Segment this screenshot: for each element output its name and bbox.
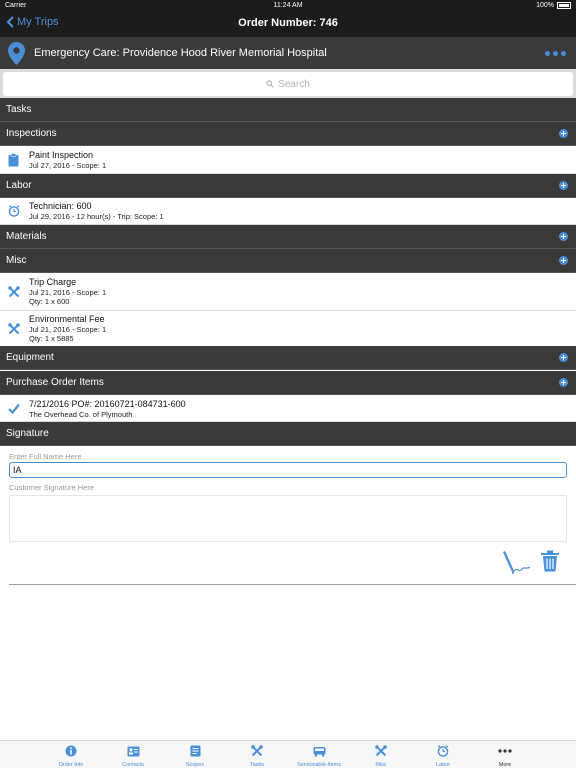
search-input[interactable]: Search [3,72,573,96]
add-inspection-button[interactable] [559,129,568,138]
section-purchase-order-items: Purchase Order Items [0,371,576,395]
tab-label: Misc [375,762,387,768]
misc-item[interactable]: Trip Charge Jul 21, 2016 - Scope: 1 Qty:… [0,274,576,311]
labor-details: Jul 29, 2016 - 12 hour(s) - Trip: Scope:… [29,212,164,221]
tab-label: Serviceable-Items [296,762,342,768]
tab-label: Tasks [249,762,265,768]
add-misc-button[interactable] [559,256,568,265]
misc-item[interactable]: Environmental Fee Jul 21, 2016 - Scope: … [0,311,576,347]
more-options-icon[interactable] [545,51,566,56]
section-title: Purchase Order Items [6,377,104,388]
info-icon [65,745,77,757]
full-name-label: Enter Full Name Here [9,452,82,461]
tools-icon [375,745,387,757]
section-signature: Signature [0,422,576,446]
purchase-order-item[interactable]: 7/21/2016 PO#: 20160721-084731-600 The O… [0,396,576,422]
inspection-title: Paint Inspection [29,150,94,160]
section-misc: Misc [0,249,576,273]
section-title: Materials [6,231,47,242]
section-materials: Materials [0,225,576,249]
location-name: Emergency Care: Providence Hood River Me… [34,47,327,59]
add-equipment-button[interactable] [559,353,568,362]
section-title: Signature [6,428,49,439]
battery-indicator: 100% [536,2,571,9]
inspection-details: Jul 27, 2016 - Scope: 1 [29,161,107,170]
full-name-field[interactable]: IA [9,462,567,478]
location-header: Emergency Care: Providence Hood River Me… [0,37,576,69]
search-bar: Search [0,69,576,99]
section-labor: Labor [0,174,576,198]
tab-labor[interactable]: Labor [412,744,474,768]
tab-misc[interactable]: Misc [350,744,412,768]
more-dots-icon [498,749,512,753]
clipboard-icon [8,153,19,167]
contacts-icon [127,746,139,756]
status-bar: Carrier 11:24 AM 100% [0,0,576,12]
signature-form: Enter Full Name Here IA Customer Signatu… [0,446,576,586]
battery-icon [557,2,571,9]
search-icon [266,80,274,88]
section-title: Misc [6,255,27,266]
purchase-order-title: 7/21/2016 PO#: 20160721-084731-600 [29,399,186,409]
page-title: Order Number: 746 [238,17,338,29]
trash-icon[interactable] [540,550,560,572]
section-title: Equipment [6,352,54,363]
misc-title: Trip Charge [29,277,77,287]
section-title: Labor [6,180,32,191]
tab-order-info[interactable]: Order Info [40,744,102,768]
tab-bar: Order Info Contacts Scopes Tasks Service… [0,740,576,768]
misc-details: Jul 21, 2016 - Scope: 1 [29,325,107,334]
section-title: Inspections [6,128,57,139]
tools-icon [251,745,263,757]
signature-divider [9,584,576,585]
section-inspections: Inspections [0,122,576,146]
add-labor-button[interactable] [559,181,568,190]
misc-title: Environmental Fee [29,314,105,324]
section-title: Tasks [6,104,32,115]
labor-item[interactable]: Technician: 600 Jul 29, 2016 - 12 hour(s… [0,198,576,225]
purchase-order-vendor: The Overhead Co. of Plymouth [29,410,133,419]
tab-tasks[interactable]: Tasks [226,744,288,768]
navigation-bar: My Trips Order Number: 746 [0,12,576,37]
misc-quantity: Qty: 1 x 600 [29,297,70,306]
inspection-item[interactable]: Paint Inspection Jul 27, 2016 - Scope: 1 [0,147,576,174]
tools-icon [8,286,20,298]
truck-icon [313,746,325,757]
clock-icon [437,745,449,757]
section-equipment: Equipment [0,346,576,370]
checkmark-icon [8,403,20,414]
signature-pad[interactable] [9,495,567,542]
add-purchase-order-button[interactable] [559,378,568,387]
add-material-button[interactable] [559,232,568,241]
tab-label: Contacts [122,762,144,768]
alarm-clock-icon [8,205,20,217]
tab-label: Order Info [58,762,84,768]
misc-details: Jul 21, 2016 - Scope: 1 [29,288,107,297]
tab-label: Labor [435,762,451,768]
tab-contacts[interactable]: Contacts [102,744,164,768]
labor-title: Technician: 600 [29,201,92,211]
app-screen: Carrier 11:24 AM 100% My Trips Order Num… [0,0,576,768]
tab-label: Scopes [185,762,205,768]
search-placeholder: Search [278,78,310,90]
tab-scopes[interactable]: Scopes [164,744,226,768]
scopes-icon [190,745,200,757]
tab-serviceable-items[interactable]: Serviceable-Items [288,744,350,768]
tab-more[interactable]: More [474,744,536,768]
tab-label: More [498,762,512,768]
signature-label: Customer Signature Here [9,483,95,492]
pen-sign-icon[interactable] [500,550,532,576]
misc-quantity: Qty: 1 x 5885 [29,334,74,343]
battery-percent: 100% [536,2,554,9]
tools-icon [8,323,20,335]
status-time: 11:24 AM [273,2,303,9]
section-tasks: Tasks [0,98,576,122]
location-pin-icon [8,42,25,65]
